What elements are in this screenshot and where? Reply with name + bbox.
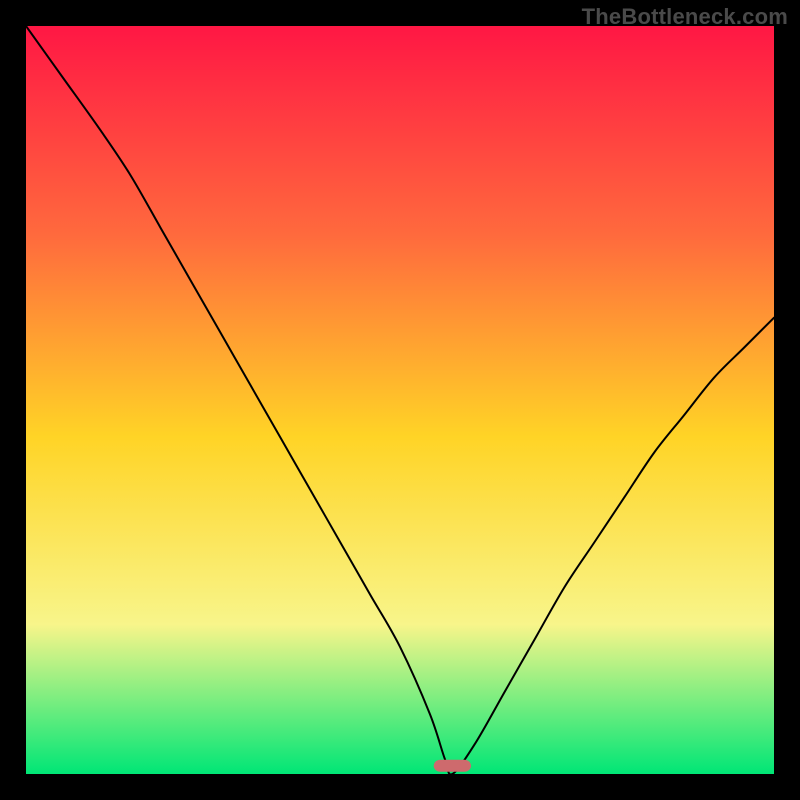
gradient-background <box>26 26 774 774</box>
optimal-marker <box>434 760 471 772</box>
chart-frame: TheBottleneck.com <box>0 0 800 800</box>
plot-svg <box>26 26 774 774</box>
bottleneck-plot <box>26 26 774 774</box>
